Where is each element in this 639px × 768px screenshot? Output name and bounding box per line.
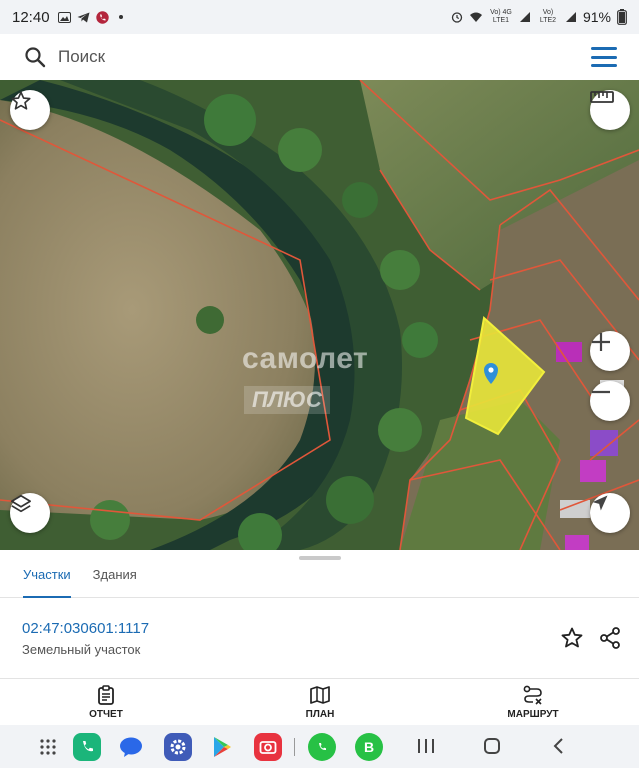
route-button[interactable]: МАРШРУТ: [493, 685, 573, 720]
app-drawer-icon[interactable]: [34, 733, 62, 761]
back-button[interactable]: [552, 737, 564, 760]
plan-button[interactable]: ПЛАН: [280, 685, 360, 720]
whatsapp-icon[interactable]: [308, 733, 336, 761]
dot-icon: [118, 15, 123, 19]
sim1-label: Vo) 4G LTE1: [490, 9, 512, 24]
play-store-icon[interactable]: [208, 733, 236, 761]
zoom-in-button[interactable]: [590, 331, 630, 371]
hamburger-menu-icon[interactable]: [591, 47, 617, 67]
signal-icon: [519, 12, 530, 22]
recents-button[interactable]: [418, 739, 434, 753]
sheet-divider: [0, 678, 639, 679]
settings-app-icon[interactable]: [164, 733, 192, 761]
share-icon[interactable]: [598, 626, 622, 650]
system-nav-bar: B: [0, 725, 639, 768]
camera-app-icon[interactable]: [254, 733, 282, 761]
telegram-icon: [77, 12, 90, 22]
search-bar[interactable]: Поиск: [0, 34, 639, 80]
status-time: 12:40: [12, 8, 50, 26]
action-bar: ОТЧЕТ ПЛАН МАРШРУТ: [0, 681, 639, 725]
report-clipboard-icon: [98, 685, 114, 705]
navigation-arrow-icon: [592, 495, 608, 511]
zoom-out-button[interactable]: [590, 381, 630, 421]
phone-call-icon: [95, 10, 109, 24]
map-plan-icon: [310, 686, 330, 704]
satellite-map[interactable]: самолет ПЛЮС: [0, 80, 639, 550]
map-imagery: [0, 80, 639, 550]
minus-icon: [592, 390, 610, 394]
notification-icons: [57, 10, 123, 24]
sim2-label: Vo) LTE2: [539, 9, 557, 24]
signal-icon: [565, 12, 576, 22]
gallery-icon: [57, 11, 71, 23]
tab-parcels[interactable]: Участки: [23, 562, 71, 598]
locate-button[interactable]: [590, 493, 630, 533]
screen: 12:40 Vo) 4G LTE1 Vo) LTE2 91% Поиск сам…: [0, 0, 639, 768]
ruler-button[interactable]: [590, 90, 630, 130]
parcel-info-sheet: Участки Здания 02:47:030601:1117 Земельн…: [0, 550, 639, 725]
tab-buildings[interactable]: Здания: [93, 562, 137, 598]
alarm-icon: [451, 12, 463, 23]
report-button[interactable]: ОТЧЕТ: [66, 685, 146, 720]
ruler-icon: [590, 91, 614, 103]
layers-button[interactable]: [10, 493, 50, 533]
star-icon: [11, 91, 31, 110]
status-right: Vo) 4G LTE1 Vo) LTE2 91%: [451, 9, 627, 25]
route-label: МАРШРУТ: [507, 709, 559, 720]
search-input[interactable]: Поиск: [58, 47, 591, 67]
phone-app-icon[interactable]: [73, 733, 101, 761]
watermark-brand: самолет: [242, 342, 369, 375]
report-label: ОТЧЕТ: [89, 709, 123, 720]
layers-icon: [11, 494, 31, 513]
plus-icon: [592, 333, 610, 351]
route-icon: [523, 685, 542, 705]
parcel-type: Земельный участок: [22, 642, 141, 657]
sheet-tabs: Участки Здания: [0, 562, 639, 598]
battery-icon: [617, 9, 627, 25]
whatsapp-business-icon[interactable]: B: [355, 733, 383, 761]
battery-percent: 91%: [582, 9, 611, 25]
favorite-star-icon[interactable]: [560, 626, 584, 650]
watermark-sub: ПЛЮС: [244, 386, 330, 414]
wifi-icon: [469, 12, 482, 22]
dock-divider: [294, 738, 295, 756]
sheet-drag-handle[interactable]: [299, 556, 341, 560]
status-bar: 12:40 Vo) 4G LTE1 Vo) LTE2 91%: [0, 0, 639, 34]
cadastral-number[interactable]: 02:47:030601:1117: [22, 620, 149, 637]
home-button[interactable]: [484, 738, 500, 754]
favorite-star-button[interactable]: [10, 90, 50, 130]
messages-app-icon[interactable]: [117, 733, 145, 761]
search-icon[interactable]: [24, 46, 46, 68]
plan-label: ПЛАН: [305, 709, 335, 720]
